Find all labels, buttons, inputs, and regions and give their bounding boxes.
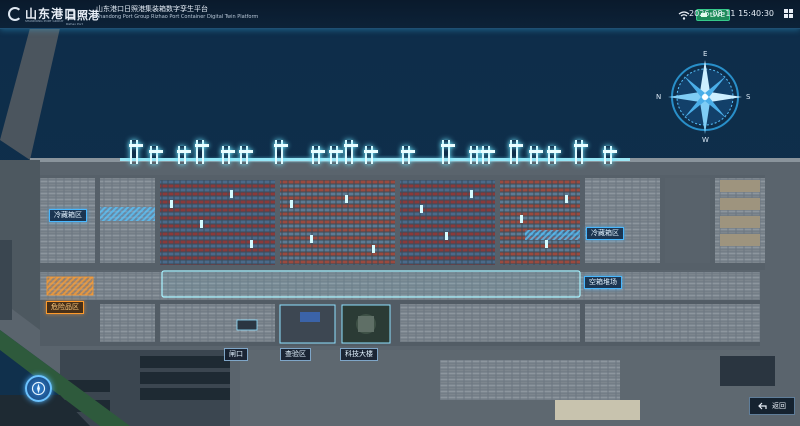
compass-w: W [702,136,709,144]
quay-crane-boom [509,144,523,147]
zone-label-cold-storage-right[interactable]: 冷藏箱区 [586,227,624,240]
quay-crane-boom [311,150,325,153]
quay-crane [177,146,191,164]
quay-crane [329,146,343,164]
quay-crane-boom [329,150,343,153]
quay-crane [441,140,455,164]
rizhao-port-logo: 日照港 Rizhao Port [66,4,99,26]
quay-crane [603,146,617,164]
quay-crane-boom [547,150,561,153]
zone-label-cold-storage-left[interactable]: 冷藏箱区 [49,209,87,222]
quay-crane [311,146,325,164]
back-label: 返回 [772,402,786,410]
quay-crane [481,146,495,164]
quay-crane-boom [239,150,253,153]
quay-crane [574,140,588,164]
compass-e: E [703,50,708,58]
quay-crane-boom [129,144,143,147]
header-bar: 山东港口 SHANDONG PORT GROUP 日照港 Rizhao Port… [0,0,800,29]
logo-primary-subtext: SHANDONG PORT GROUP [25,19,64,23]
logo-mark-icon [8,7,22,21]
quay-crane-boom [221,150,235,153]
quay-crane-boom [177,150,191,153]
quay-crane-boom [274,144,288,147]
quay-crane-boom [603,150,617,153]
page-title-en: Shandong Port Group Rizhao Port Containe… [96,14,259,20]
wifi-icon [678,10,690,20]
back-arrow-icon [758,402,767,410]
quay-crane-boom [574,144,588,147]
quay-crane [239,146,253,164]
quay-crane-boom [441,144,455,147]
fullscreen-icon[interactable] [783,8,794,19]
quay-crane [364,146,378,164]
quay-crane-boom [195,144,209,147]
quay-crane [149,146,163,164]
page-title-cn: 山东港口日照港集装箱数字孪生平台 [96,5,208,13]
zone-label-tech-building[interactable]: 科技大楼 [340,348,378,361]
quay-crane [509,140,523,164]
zone-label-empty-container-yard[interactable]: 空箱堆场 [584,276,622,289]
compass-s: S [746,93,751,101]
quay-crane [469,146,483,164]
quay-crane-boom [401,150,415,153]
datetime: 2026-08-11 15:40:30 [689,9,774,18]
quay-crane [401,146,415,164]
quay-crane-boom [344,144,358,147]
quay-crane [344,140,358,164]
quay-crane-boom [149,150,163,153]
quay-crane-boom [481,150,495,153]
quay-crane [195,140,209,164]
quay-crane-boom [529,150,543,153]
compass-n: N [656,93,662,101]
compass[interactable]: E N S W [656,50,751,144]
logo-secondary-subtext: Rizhao Port [66,22,83,26]
zone-label-inspection[interactable]: 查验区 [280,348,311,361]
quay-crane [221,146,235,164]
quay-crane [529,146,543,164]
logo-secondary-text: 日照港 [66,9,99,22]
quay-crane [274,140,288,164]
zone-label-gate[interactable]: 闸口 [224,348,248,361]
compass-rose-icon [668,60,742,134]
quay-crane [129,140,143,164]
page-title: 山东港口日照港集装箱数字孪生平台 Shandong Port Group Riz… [96,5,258,21]
navigation-icon [31,381,46,396]
navigation-button[interactable] [25,375,52,402]
zone-label-hazardous[interactable]: 危险品区 [46,301,84,314]
back-button[interactable]: 返回 [749,397,795,415]
quay-crane [547,146,561,164]
quay-crane-boom [364,150,378,153]
